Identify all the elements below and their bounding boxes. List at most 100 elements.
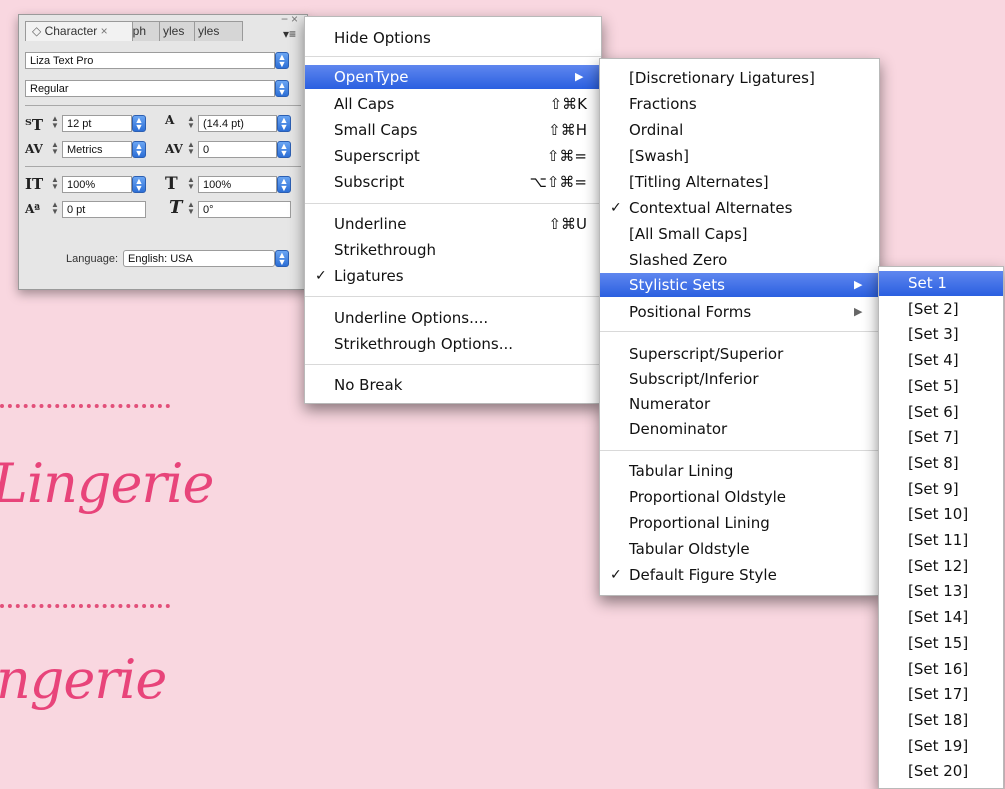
submenu-arrow-icon: ▶ — [854, 305, 863, 318]
font-size-dropdown-icon[interactable]: ▲ ▼ — [132, 115, 146, 132]
stylistic-set-item[interactable]: [Set 13] — [879, 579, 1003, 604]
horizontal-scale-spinner[interactable]: ▲ ▼ — [185, 176, 197, 193]
menu-separator — [305, 296, 601, 297]
panel-menu-icon[interactable]: ▾≡ — [283, 27, 296, 41]
stylistic-set-item[interactable]: [Set 16] — [879, 657, 1003, 682]
stylistic-set-item[interactable]: [Set 11] — [879, 528, 1003, 553]
menu-item-underline-options[interactable]: Underline Options.... — [305, 305, 601, 331]
minimize-icon[interactable]: − — [281, 12, 288, 26]
menu-item-superscript-superior[interactable]: Superscript/Superior — [600, 341, 879, 367]
menu-item-all-caps[interactable]: All Caps ⇧⌘K — [305, 91, 601, 117]
tracking-icon: AV — [165, 142, 183, 156]
menu-item-ordinal[interactable]: Ordinal — [600, 117, 879, 143]
stylistic-set-item[interactable]: [Set 17] — [879, 682, 1003, 707]
menu-item-ligatures[interactable]: ✓ Ligatures — [305, 263, 601, 289]
tracking-dropdown-icon[interactable]: ▲ ▼ — [277, 141, 291, 158]
tracking-spinner[interactable]: ▲ ▼ — [185, 141, 197, 158]
horizontal-scale-field[interactable]: 100% — [198, 176, 277, 193]
menu-item-positional-forms[interactable]: Positional Forms ▶ — [600, 299, 879, 325]
panel-divider-2 — [25, 166, 301, 167]
menu-item-stylistic-sets[interactable]: Stylistic Sets ▶ — [600, 273, 879, 297]
font-family-field[interactable]: Liza Text Pro — [25, 52, 275, 69]
menu-item-denominator[interactable]: Denominator — [600, 416, 879, 442]
skew-field[interactable]: 0° — [198, 201, 291, 218]
stylistic-set-label: [Set 6] — [908, 402, 959, 421]
kerning-spinner[interactable]: ▲ ▼ — [49, 141, 61, 158]
menu-item-subscript-inferior[interactable]: Subscript/Inferior — [600, 366, 879, 392]
font-style-dropdown-icon[interactable]: ▲ ▼ — [275, 80, 289, 97]
language-dropdown-icon[interactable]: ▲ ▼ — [275, 250, 289, 267]
stylistic-set-label: [Set 3] — [908, 325, 959, 344]
menu-item-subscript[interactable]: Subscript ⌥⇧⌘= — [305, 169, 601, 195]
menu-item-opentype[interactable]: OpenType ▶ — [305, 65, 601, 89]
menu-item-small-caps[interactable]: Small Caps ⇧⌘H — [305, 117, 601, 143]
vertical-scale-spinner[interactable]: ▲ ▼ — [49, 176, 61, 193]
leading-spinner[interactable]: ▲ ▼ — [185, 115, 197, 132]
stylistic-set-item[interactable]: Set 1 — [879, 271, 1003, 296]
stylistic-set-item[interactable]: [Set 15] — [879, 631, 1003, 656]
menu-item-numerator[interactable]: Numerator — [600, 391, 879, 417]
menu-item-all-small-caps[interactable]: [All Small Caps] — [600, 221, 879, 247]
horizontal-scale-dropdown-icon[interactable]: ▲ ▼ — [277, 176, 291, 193]
baseline-shift-spinner[interactable]: ▲ ▼ — [49, 201, 61, 218]
language-field[interactable]: English: USA — [123, 250, 275, 267]
stylistic-set-item[interactable]: [Set 18] — [879, 708, 1003, 733]
close-icon[interactable]: × — [291, 12, 298, 26]
stylistic-set-item[interactable]: [Set 6] — [879, 400, 1003, 425]
stylistic-set-item[interactable]: [Set 7] — [879, 425, 1003, 450]
menu-item-strikethrough[interactable]: Strikethrough — [305, 237, 601, 263]
menu-item-label: Numerator — [629, 395, 711, 413]
menu-item-default-figure-style[interactable]: ✓ Default Figure Style — [600, 562, 879, 588]
submenu-arrow-icon: ▶ — [854, 278, 863, 291]
stylistic-set-item[interactable]: [Set 14] — [879, 605, 1003, 630]
menu-item-label: Hide Options — [334, 29, 431, 47]
menu-item-fractions[interactable]: Fractions — [600, 91, 879, 117]
tab-character-styles[interactable]: yles — [194, 21, 243, 41]
stylistic-set-item[interactable]: [Set 20] — [879, 759, 1003, 784]
kerning-dropdown-icon[interactable]: ▲ ▼ — [132, 141, 146, 158]
menu-item-contextual-alternates[interactable]: ✓ Contextual Alternates — [600, 195, 879, 221]
menu-item-strikethrough-options[interactable]: Strikethrough Options... — [305, 331, 601, 357]
menu-item-slashed-zero[interactable]: Slashed Zero — [600, 247, 879, 273]
stylistic-set-item[interactable]: [Set 8] — [879, 451, 1003, 476]
font-style-field[interactable]: Regular — [25, 80, 275, 97]
stylistic-set-item[interactable]: [Set 9] — [879, 477, 1003, 502]
menu-item-titling-alternates[interactable]: [Titling Alternates] — [600, 169, 879, 195]
menu-item-superscript[interactable]: Superscript ⇧⌘= — [305, 143, 601, 169]
baseline-shift-field[interactable]: 0 pt — [62, 201, 146, 218]
stylistic-set-label: [Set 16] — [908, 659, 969, 678]
menu-item-underline[interactable]: Underline ⇧⌘U — [305, 211, 601, 237]
stylistic-set-item[interactable]: [Set 10] — [879, 502, 1003, 527]
tab-close-icon[interactable]: × — [101, 24, 108, 38]
vertical-scale-field[interactable]: 100% — [62, 176, 132, 193]
menu-item-proportional-oldstyle[interactable]: Proportional Oldstyle — [600, 484, 879, 510]
font-size-field[interactable]: 12 pt — [62, 115, 132, 132]
kerning-field[interactable]: Metrics — [62, 141, 132, 158]
skew-spinner[interactable]: ▲ ▼ — [185, 201, 197, 218]
font-family-dropdown-icon[interactable]: ▲ ▼ — [275, 52, 289, 69]
tab-paragraph-styles[interactable]: yles — [159, 21, 198, 41]
vertical-scale-dropdown-icon[interactable]: ▲ ▼ — [132, 176, 146, 193]
menu-item-no-break[interactable]: No Break — [305, 372, 601, 398]
font-size-spinner[interactable]: ▲ ▼ — [49, 115, 61, 132]
menu-item-swash[interactable]: [Swash] — [600, 143, 879, 169]
stylistic-set-item[interactable]: [Set 19] — [879, 734, 1003, 759]
stylistic-set-item[interactable]: [Set 12] — [879, 554, 1003, 579]
stylistic-set-item[interactable]: [Set 2] — [879, 297, 1003, 322]
menu-item-proportional-lining[interactable]: Proportional Lining — [600, 510, 879, 536]
menu-item-label: [Discretionary Ligatures] — [629, 69, 815, 87]
menu-item-hide-options[interactable]: Hide Options — [305, 25, 601, 51]
stylistic-set-item[interactable]: [Set 3] — [879, 322, 1003, 347]
tracking-field[interactable]: 0 — [198, 141, 277, 158]
stylistic-set-item[interactable]: [Set 4] — [879, 348, 1003, 373]
panel-tab-bar: ◇ Character × aph yles yles − × ▾≡ — [19, 12, 307, 43]
menu-item-tabular-lining[interactable]: Tabular Lining — [600, 458, 879, 484]
tab-character[interactable]: ◇ Character × — [25, 21, 133, 41]
menu-item-tabular-oldstyle[interactable]: Tabular Oldstyle — [600, 536, 879, 562]
leading-field[interactable]: (14.4 pt) — [198, 115, 277, 132]
menu-item-shortcut: ⇧⌘K — [549, 95, 587, 113]
menu-item-discretionary-ligatures[interactable]: [Discretionary Ligatures] — [600, 65, 879, 91]
stylistic-set-item[interactable]: [Set 5] — [879, 374, 1003, 399]
leading-dropdown-icon[interactable]: ▲ ▼ — [277, 115, 291, 132]
stylistic-set-label: [Set 19] — [908, 736, 969, 755]
